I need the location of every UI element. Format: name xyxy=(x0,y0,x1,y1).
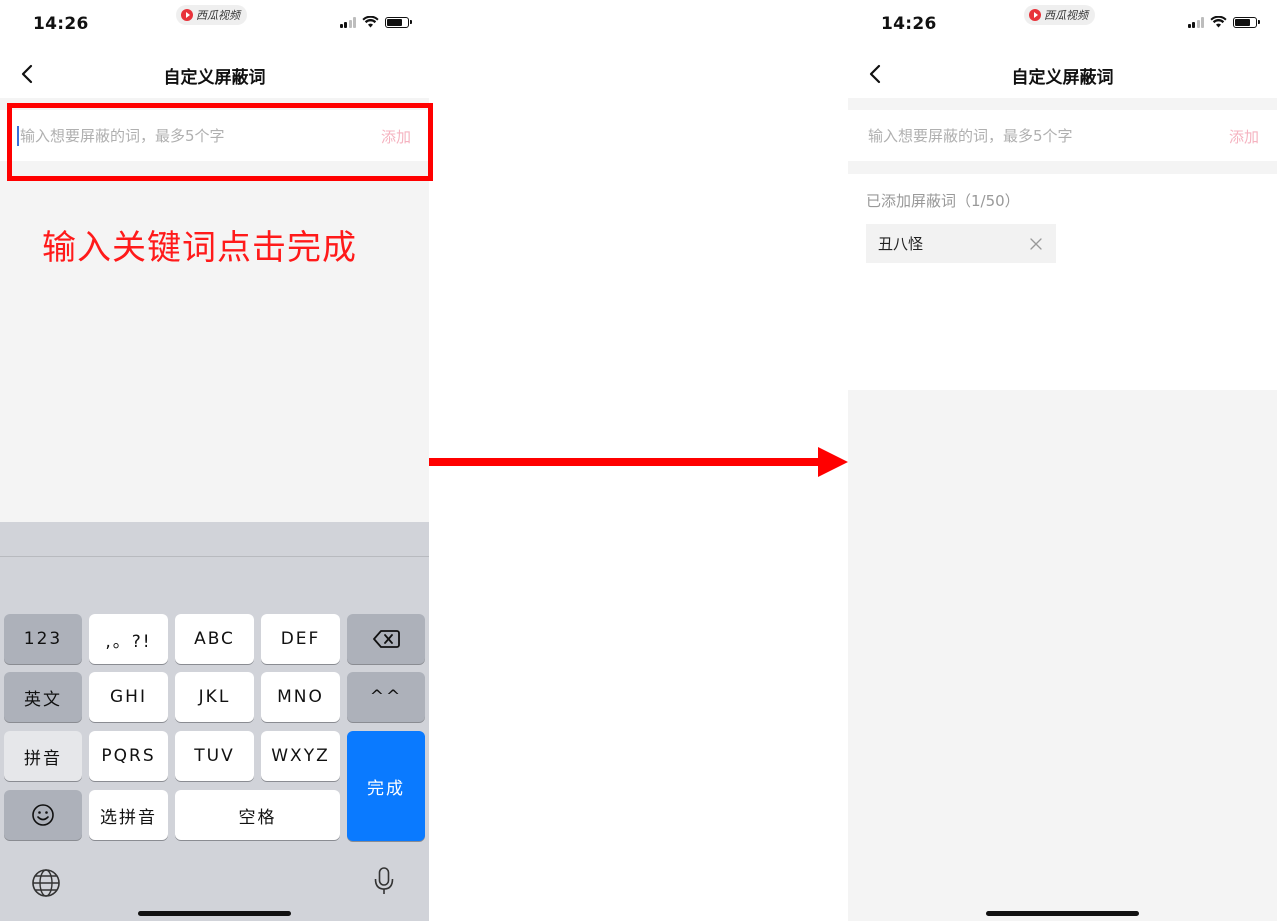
key-emoticon[interactable]: ^^ xyxy=(347,672,425,722)
added-words-section: 已添加屏蔽词（1/50） 丑八怪 xyxy=(848,174,1277,390)
close-icon[interactable] xyxy=(1030,237,1042,250)
key-pinyin[interactable]: 拼音 xyxy=(4,731,82,781)
home-indicator xyxy=(986,911,1139,916)
status-bar: 14:26 西瓜视频 xyxy=(0,0,429,50)
backspace-icon xyxy=(373,630,400,648)
page-title: 自定义屏蔽词 xyxy=(1011,68,1114,88)
key-tuv[interactable]: TUV xyxy=(175,731,254,781)
app-pill[interactable]: 西瓜视频 xyxy=(176,5,247,25)
battery-icon xyxy=(385,16,412,28)
smiley-icon xyxy=(32,804,54,826)
app-logo-icon xyxy=(1029,9,1041,21)
app-logo-icon xyxy=(181,9,193,21)
key-123[interactable]: 123 xyxy=(4,614,82,664)
app-name: 西瓜视频 xyxy=(1044,9,1088,22)
app-pill[interactable]: 西瓜视频 xyxy=(1024,5,1095,25)
input-row: 添加 xyxy=(848,110,1277,161)
key-select-pinyin[interactable]: 选拼音 xyxy=(89,790,168,840)
canvas: 14:26 西瓜视频 自定义屏蔽词 添加 输入关键词点击完成 xyxy=(0,0,1280,921)
signal-icon xyxy=(339,16,356,28)
instruction-annotation: 输入关键词点击完成 xyxy=(42,228,357,268)
page-title: 自定义屏蔽词 xyxy=(163,68,266,88)
right-screen: 14:26 西瓜视频 自定义屏蔽词 添加 已添加屏蔽词（1/50） xyxy=(848,0,1277,921)
key-mno[interactable]: MNO xyxy=(261,672,340,722)
nav-bar: 自定义屏蔽词 xyxy=(0,50,429,98)
key-ghi[interactable]: GHI xyxy=(89,672,168,722)
signal-icon xyxy=(1187,16,1204,28)
suggestion-bar xyxy=(0,522,429,557)
app-name: 西瓜视频 xyxy=(196,9,240,22)
added-words-label: 已添加屏蔽词（1/50） xyxy=(866,192,1020,210)
done-button[interactable]: 完成 xyxy=(347,731,425,841)
arrow-shaft xyxy=(429,458,821,466)
status-bar: 14:26 西瓜视频 xyxy=(848,0,1277,50)
block-word-chip: 丑八怪 xyxy=(866,224,1056,263)
home-indicator xyxy=(138,911,291,916)
status-icons xyxy=(1187,16,1260,28)
keyboard: 123 ,。?! ABC DEF 英文 GHI JKL MNO ^^ 拼音 PQ… xyxy=(0,522,429,921)
key-english[interactable]: 英文 xyxy=(4,672,82,722)
status-time: 14:26 xyxy=(881,14,937,34)
battery-icon xyxy=(1233,16,1260,28)
arrow-head xyxy=(818,447,848,477)
nav-bar: 自定义屏蔽词 xyxy=(848,50,1277,98)
key-pqrs[interactable]: PQRS xyxy=(89,731,168,781)
delete-key[interactable] xyxy=(347,614,425,664)
globe-icon[interactable] xyxy=(31,868,61,898)
status-time: 14:26 xyxy=(33,14,89,34)
key-def[interactable]: DEF xyxy=(261,614,340,664)
space-key[interactable]: 空格 xyxy=(175,790,340,840)
highlight-box xyxy=(7,103,433,181)
status-icons xyxy=(339,16,412,28)
emoji-key[interactable] xyxy=(4,790,82,840)
block-word-text: 丑八怪 xyxy=(878,235,924,253)
microphone-icon[interactable] xyxy=(369,866,399,896)
wifi-icon xyxy=(362,16,379,28)
block-word-input[interactable] xyxy=(866,110,1196,161)
key-wxyz[interactable]: WXYZ xyxy=(261,731,340,781)
key-abc[interactable]: ABC xyxy=(175,614,254,664)
key-punctuation[interactable]: ,。?! xyxy=(89,614,168,664)
wifi-icon xyxy=(1210,16,1227,28)
key-jkl[interactable]: JKL xyxy=(175,672,254,722)
add-button[interactable]: 添加 xyxy=(1229,126,1259,147)
